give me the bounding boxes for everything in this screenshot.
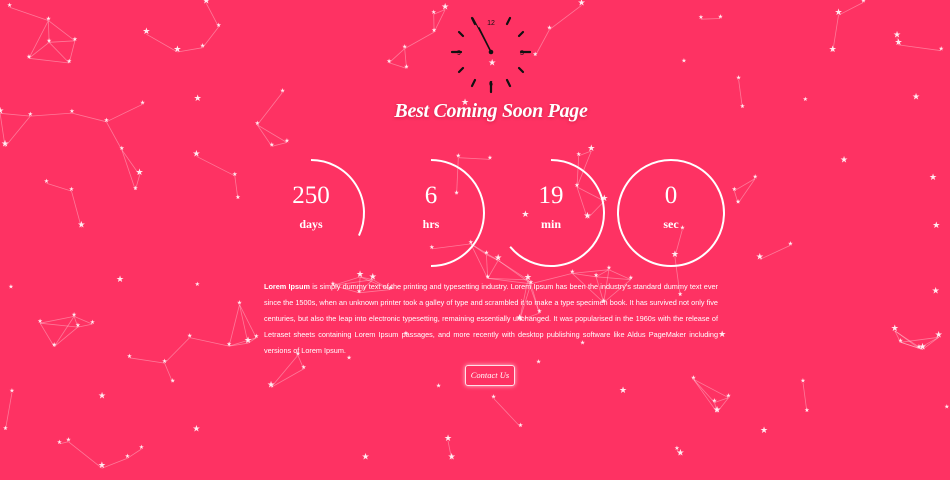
countdown-days-value: 250 — [292, 182, 330, 209]
countdown-minutes: 19 min — [496, 158, 606, 268]
clock-label-6: 6 — [489, 81, 493, 88]
clock-label-3: 3 — [520, 50, 524, 57]
description-paragraph: Lorem Ipsum is simply dummy text of the … — [264, 279, 718, 359]
countdown-hours-value: 6 — [424, 182, 438, 209]
clock-label-12: 12 — [487, 20, 495, 27]
countdown-seconds: 0 sec — [616, 158, 726, 268]
description-lead: Lorem Ipsum — [264, 282, 310, 291]
countdown-hours-ring — [430, 159, 485, 267]
countdown-seconds-value: 0 — [664, 182, 678, 209]
countdown-seconds-label: sec — [663, 217, 679, 231]
countdown-hours-label: hrs — [422, 217, 440, 231]
countdown-minutes-value: 19 — [538, 182, 564, 209]
countdown-minutes-ring — [509, 159, 605, 267]
description-body: is simply dummy text of the printing and… — [264, 282, 718, 355]
clock-center — [488, 49, 494, 55]
countdown-days-label: days — [299, 217, 323, 231]
countdown-minutes-label: min — [540, 217, 561, 231]
countdown-seconds-ring — [617, 159, 725, 267]
countdown-hours: 6 hrs — [376, 158, 486, 268]
coming-soon-page: 12 3 6 9 Best Coming Soon Page 250 days … — [0, 0, 950, 480]
countdown-days: 250 days — [256, 158, 366, 268]
clock-label-9: 9 — [457, 50, 461, 57]
analog-clock: 12 3 6 9 — [446, 8, 536, 98]
contact-us-button[interactable]: Contact Us — [465, 365, 515, 386]
page-title: Best Coming Soon Page — [394, 100, 588, 122]
